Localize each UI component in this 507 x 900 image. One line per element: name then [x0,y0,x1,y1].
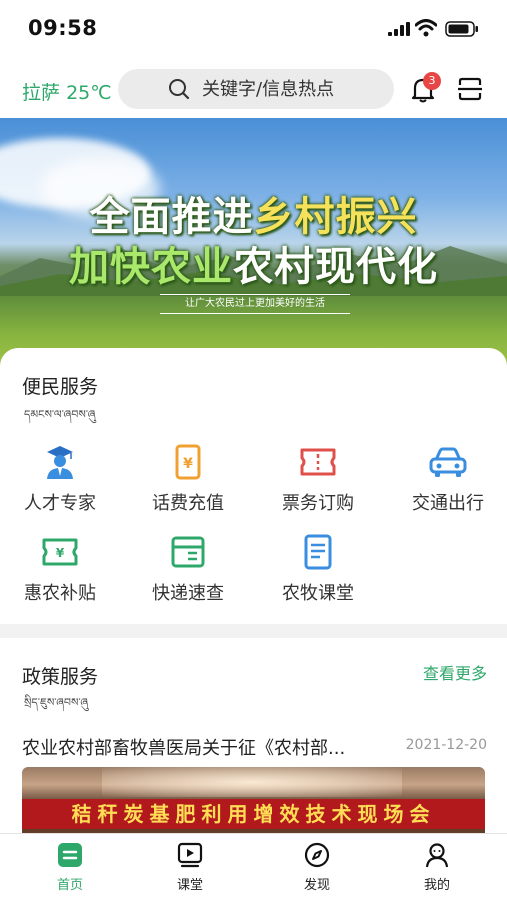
tab-label: 我的 [423,878,450,893]
temperature: 25℃ [66,82,112,104]
city-name: 拉萨 [22,82,61,104]
status-bar: 09:58 [0,0,507,58]
service-label: 票务订购 [282,493,354,514]
service-phone-bill[interactable]: ¥ 话费充值 [128,444,248,515]
policy-section: 政策服务 སྲིད་ཇུས་ཞབས་ཞུ 查看更多 农业农村部畜牧兽医局关于征《… [0,638,507,837]
ticket-icon [300,448,336,476]
svg-text:¥: ¥ [56,546,65,560]
news-date: 2021-12-20 [405,737,487,753]
policy-subtitle: སྲིད་ཇུས་ཞབས་ཞུ [24,696,89,709]
hero-banner[interactable]: 全面推进乡村振兴 加快农业农村现代化 让广大农民过上更加美好的生活 [0,118,507,380]
bottom-tab-bar: 首页 课堂 发现 我的 [0,833,507,900]
notification-badge: 3 [423,72,441,90]
top-header: 拉萨 25℃ 3 [0,58,507,118]
service-expert[interactable]: 人才专家 [0,444,120,515]
service-ticket[interactable]: 票务订购 [258,444,378,515]
battery-icon [445,21,478,37]
service-label: 快递速查 [152,583,224,604]
tab-profile[interactable]: 我的 [397,842,477,893]
phone-bill-icon: ¥ [175,444,201,480]
stage-banner-text: 秸秆炭基肥利用增效技术现场会 [71,802,436,826]
service-label: 人才专家 [24,493,96,514]
service-label: 交通出行 [412,493,484,514]
book-icon [304,534,332,570]
news-title: 农业农村部畜牧兽医局关于征《农村部... [22,738,346,759]
service-label: 惠农补贴 [24,583,96,604]
news-image: 秸秆炭基肥利用增效技术现场会 [22,767,485,837]
video-icon [177,842,203,868]
service-package[interactable]: 快递速查 [128,534,248,605]
services-subtitle: དམངས་ལ་ཞབས་ཞུ [24,408,96,421]
service-label: 话费充值 [152,493,224,514]
section-divider [0,624,507,638]
view-more-link[interactable]: 查看更多 [423,660,487,684]
services-title: 便民服务 [22,376,99,398]
stage-lights [102,767,402,797]
service-course[interactable]: 农牧课堂 [258,534,378,605]
services-section: 便民服务 དམངས་ལ་ཞབས་ཞུ 人才专家 ¥ 话费充值 票务订购 交通出行… [0,348,507,624]
package-icon [171,536,205,568]
car-icon [429,447,467,477]
wifi-icon [415,19,437,37]
banner-headline-2: 加快农业农村现代化 [69,244,438,290]
tab-label: 首页 [56,878,83,893]
service-subsidy[interactable]: ¥ 惠农补贴 [0,534,120,605]
search-bar[interactable] [118,69,394,109]
expert-icon [47,446,73,479]
service-transport[interactable]: 交通出行 [388,444,507,515]
tab-label: 课堂 [176,878,203,893]
tab-classroom[interactable]: 课堂 [150,842,230,893]
notification-button[interactable]: 3 [410,72,441,104]
search-icon [169,79,190,100]
tab-discover[interactable]: 发现 [277,842,357,893]
city-weather[interactable]: 拉萨 25℃ [22,78,112,105]
tab-home[interactable]: 首页 [30,842,110,893]
banner-slogan: 让广大农民过上更加美好的生活 [160,294,350,314]
tab-label: 发现 [303,878,330,893]
service-label: 农牧课堂 [282,583,354,604]
search-input[interactable] [202,69,382,109]
profile-icon [425,843,449,868]
scan-icon[interactable] [457,76,483,102]
policy-title: 政策服务 [22,666,99,688]
subsidy-icon: ¥ [42,538,78,566]
status-time: 09:58 [28,16,98,40]
compass-icon [304,842,330,868]
svg-text:¥: ¥ [183,456,193,472]
signal-icon [388,22,410,36]
home-icon [58,843,82,867]
